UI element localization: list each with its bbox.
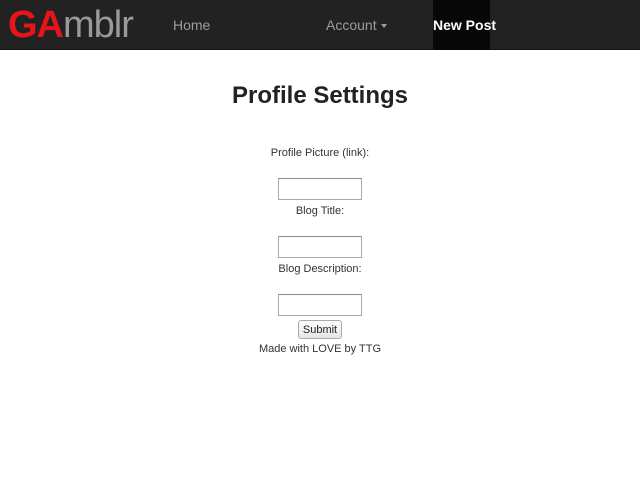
main-content: Profile Settings Profile Picture (link):… — [0, 50, 640, 356]
caret-down-icon — [380, 24, 387, 29]
blog-description-label: Blog Description: — [278, 263, 362, 275]
footer-credit: Made with LOVE by TTG — [258, 343, 382, 355]
nav-new-post-link[interactable]: New Post — [433, 0, 496, 50]
submit-button[interactable]: Submit — [297, 320, 343, 339]
nav-account-dropdown[interactable]: Account — [326, 0, 387, 50]
profile-picture-label: Profile Picture (link): — [270, 147, 370, 159]
blog-title-label: Blog Title: — [295, 205, 345, 217]
blog-description-input[interactable] — [278, 294, 362, 316]
brand-logo-prefix: GA — [8, 4, 64, 46]
brand-logo[interactable]: GAmblr — [8, 4, 134, 46]
nav-account-label: Account — [326, 17, 377, 33]
page-title: Profile Settings — [231, 82, 409, 109]
blog-title-input[interactable] — [278, 236, 362, 258]
profile-picture-input[interactable] — [278, 178, 362, 200]
top-navbar: GAmblr Home Account New Post — [0, 0, 640, 50]
brand-logo-suffix: mblr — [63, 4, 134, 46]
profile-settings-form: Profile Picture (link): Blog Title: Blog… — [0, 146, 640, 339]
nav-home-link[interactable]: Home — [173, 0, 210, 50]
